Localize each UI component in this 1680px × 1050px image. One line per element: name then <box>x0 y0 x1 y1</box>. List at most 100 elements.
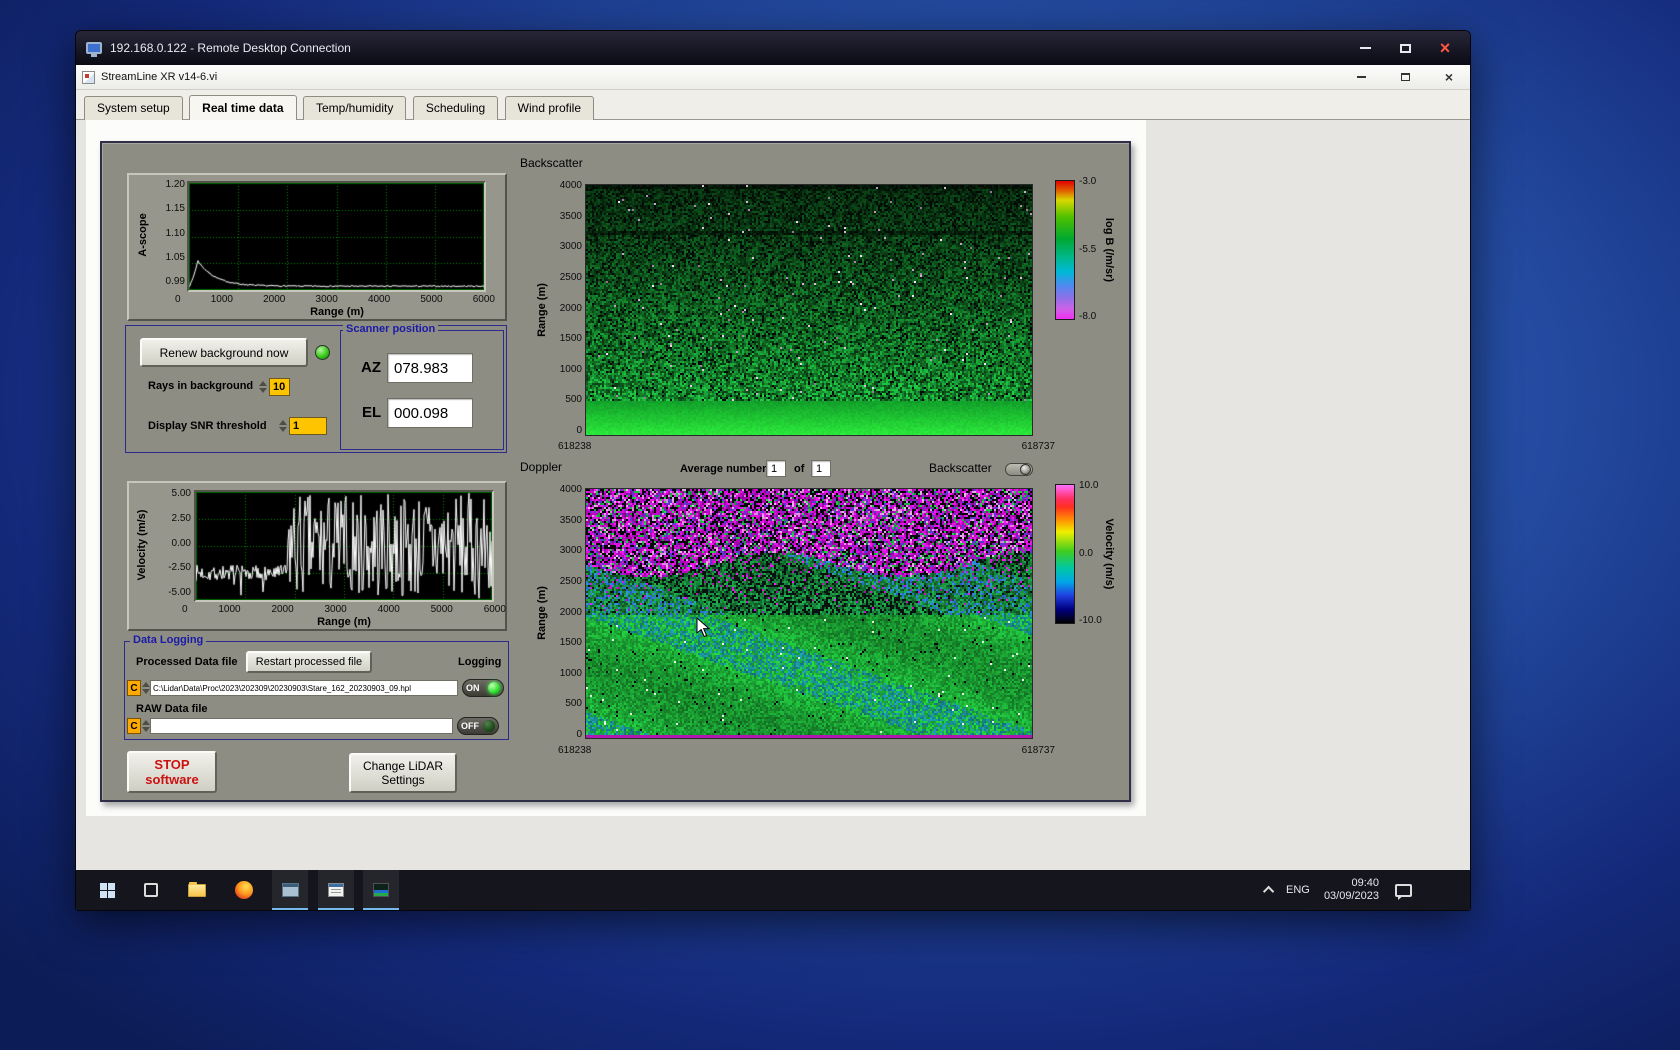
tick-label: 2500 <box>559 271 582 283</box>
processed-path-spinner[interactable] <box>141 679 150 697</box>
clock-date: 03/09/2023 <box>1323 890 1379 902</box>
spin-down-icon <box>141 727 150 732</box>
raw-path-spinner[interactable] <box>141 717 150 735</box>
tab-scheduling[interactable]: Scheduling <box>412 96 499 120</box>
active-app-button[interactable] <box>272 870 308 910</box>
spin-down-icon <box>278 427 287 432</box>
tick-label: -8.0 <box>1079 311 1097 322</box>
task-view-button[interactable] <box>133 870 169 910</box>
raw-drive-selector[interactable]: C <box>127 718 141 734</box>
data-logging-title: Data Logging <box>130 634 207 646</box>
az-value-field: 078.983 <box>387 353 473 383</box>
raw-path-field[interactable] <box>150 718 453 734</box>
app-restore-button[interactable] <box>1390 68 1420 86</box>
velocity-group: 5.00 2.50 0.00 -2.50 -5.00 Velocity (m/s) 0 1… <box>127 481 507 631</box>
clock-time: 09:40 <box>1351 877 1379 889</box>
language-label: ENG <box>1286 884 1310 896</box>
raw-logging-switch[interactable]: OFF <box>457 717 499 735</box>
backscatter-toggle-label: Backscatter <box>929 461 992 475</box>
backscatter-y-axis-label: Range (m) <box>536 283 548 337</box>
processed-path-field[interactable]: C:\Lidar\Data\Proc\2023\202309\20230903\… <box>150 680 458 696</box>
spin-up-icon <box>258 381 267 386</box>
data-logging-box: Data Logging Processed Data file Restart… <box>124 634 509 740</box>
stop-button-line1: STOP <box>154 757 190 772</box>
rdp-minimize-button[interactable] <box>1350 37 1380 59</box>
processed-logging-switch[interactable]: ON <box>462 679 504 697</box>
minimize-icon <box>1356 76 1366 78</box>
task-view-icon <box>144 883 158 897</box>
restore-icon <box>1400 73 1410 81</box>
scheduler-window-icon <box>328 883 344 897</box>
tick-label: 2500 <box>559 575 582 587</box>
a-scope-y-ticks: 1.20 1.15 1.10 1.05 0.99 <box>153 179 185 287</box>
backscatter-x-ticks: 618238 618737 <box>558 441 1055 452</box>
tab-system-setup[interactable]: System setup <box>84 96 183 120</box>
change-lidar-settings-button[interactable]: Change LiDAR Settings <box>349 753 457 793</box>
snr-threshold-label: Display SNR threshold <box>148 420 267 432</box>
backscatter-heatmap <box>586 185 1032 435</box>
rdp-titlebar[interactable]: 192.168.0.122 - Remote Desktop Connectio… <box>76 31 1470 65</box>
language-indicator[interactable]: ENG <box>1286 870 1310 910</box>
doppler-plot-title: Doppler <box>520 460 563 474</box>
tick-label: 2000 <box>559 606 582 618</box>
tick-label: 3000 <box>324 604 347 615</box>
tick-label: 0.99 <box>165 276 185 287</box>
app-close-button[interactable]: × <box>1434 68 1464 86</box>
processed-drive-selector[interactable]: C <box>127 680 141 696</box>
clock[interactable]: 09:40 03/09/2023 <box>1319 870 1379 910</box>
notification-center-button[interactable] <box>1391 870 1415 910</box>
spin-up-icon <box>278 420 287 425</box>
backscatter-plot-title: Backscatter <box>520 156 583 170</box>
tab-temp-humidity[interactable]: Temp/humidity <box>302 96 407 120</box>
tick-label: 6000 <box>483 604 506 615</box>
velocity-y-ticks: 5.00 2.50 0.00 -2.50 -5.00 <box>157 488 191 598</box>
tick-label: 1000 <box>218 604 241 615</box>
snr-threshold-field[interactable]: 1 <box>289 417 327 435</box>
start-button[interactable] <box>89 870 125 910</box>
rays-in-background-field[interactable]: 10 <box>269 378 290 396</box>
backscatter-colorbar <box>1055 180 1075 320</box>
tick-label: 618238 <box>558 441 592 452</box>
firefox-icon <box>235 881 253 899</box>
tick-label: 1.05 <box>165 251 185 263</box>
tick-label: 618238 <box>558 745 592 756</box>
rays-spinner[interactable] <box>258 378 267 396</box>
tick-label: 0.00 <box>171 537 191 549</box>
settings-button-line1: Change LiDAR <box>362 759 444 773</box>
doppler-y-axis-label: Range (m) <box>536 586 548 640</box>
snr-spinner[interactable] <box>278 417 287 435</box>
backscatter-y-ticks: 4000 3500 3000 2500 2000 1500 1000 500 0 <box>548 180 582 436</box>
az-label: AZ <box>361 359 381 376</box>
windows-logo-icon <box>99 882 115 898</box>
settings-button-line2: Settings <box>381 773 425 787</box>
doppler-heatmap <box>586 489 1032 738</box>
vi-icon <box>82 70 95 84</box>
renew-background-led <box>315 345 330 360</box>
average-number-field[interactable]: 1 <box>766 460 786 477</box>
backscatter-display-toggle[interactable] <box>1005 463 1033 476</box>
console-app-button[interactable] <box>363 870 399 910</box>
app-minimize-button[interactable] <box>1346 68 1376 86</box>
average-total-field[interactable]: 1 <box>811 460 831 477</box>
rdp-maximize-button[interactable] <box>1390 37 1420 59</box>
tab-real-time-data[interactable]: Real time data <box>189 95 297 122</box>
doppler-x-ticks: 618238 618737 <box>558 745 1055 756</box>
tab-wind-profile[interactable]: Wind profile <box>504 96 595 120</box>
tick-label: 10.0 <box>1079 480 1099 491</box>
console-window-icon <box>373 883 389 897</box>
tray-expand-button[interactable] <box>1259 870 1281 910</box>
tick-label: -5.5 <box>1079 243 1097 255</box>
stop-software-button[interactable]: STOP software <box>127 751 217 793</box>
raw-data-file-label: RAW Data file <box>136 703 208 715</box>
tick-label: 4000 <box>559 484 582 495</box>
file-explorer-button[interactable] <box>179 870 215 910</box>
doppler-colorbar-label: Velocity (m/s) <box>1103 518 1115 590</box>
scan-scheduler-button[interactable] <box>318 870 354 910</box>
restart-processed-file-button[interactable]: Restart processed file <box>246 651 372 673</box>
app-titlebar[interactable]: StreamLine XR v14-6.vi × <box>76 65 1470 90</box>
tick-label: 2000 <box>271 604 294 615</box>
rdp-close-button[interactable]: × <box>1430 37 1460 59</box>
rdp-window: 192.168.0.122 - Remote Desktop Connectio… <box>75 30 1471 911</box>
firefox-button[interactable] <box>226 870 262 910</box>
renew-background-button[interactable]: Renew background now <box>140 338 308 367</box>
